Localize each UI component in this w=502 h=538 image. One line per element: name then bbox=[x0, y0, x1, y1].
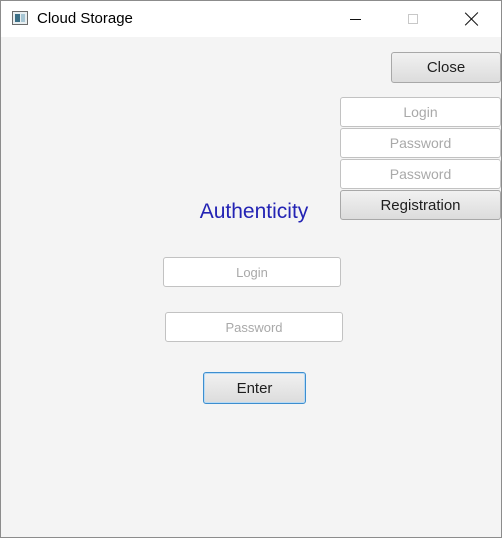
login-input[interactable] bbox=[163, 257, 341, 287]
enter-button[interactable]: Enter bbox=[203, 372, 306, 404]
registration-password-input[interactable] bbox=[340, 128, 501, 158]
app-window: Cloud Storage Close Registration Authent… bbox=[0, 0, 502, 538]
registration-login-input[interactable] bbox=[340, 97, 501, 127]
title-bar[interactable]: Cloud Storage bbox=[1, 1, 501, 37]
window-close-button[interactable] bbox=[449, 1, 495, 37]
password-input[interactable] bbox=[165, 312, 343, 342]
close-icon bbox=[465, 12, 479, 26]
close-button[interactable]: Close bbox=[391, 52, 501, 83]
auth-heading: Authenticity bbox=[199, 200, 309, 223]
registration-password-confirm-input[interactable] bbox=[340, 159, 501, 189]
app-icon bbox=[12, 11, 28, 25]
maximize-button[interactable] bbox=[390, 1, 436, 37]
minimize-button[interactable] bbox=[332, 1, 378, 37]
window-title: Cloud Storage bbox=[37, 10, 133, 27]
registration-button[interactable]: Registration bbox=[340, 190, 501, 220]
maximize-icon bbox=[408, 14, 418, 24]
minimize-icon bbox=[349, 18, 361, 20]
